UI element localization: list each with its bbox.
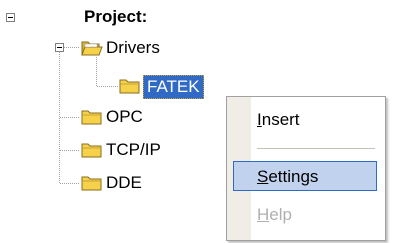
menu-item-insert-label: Insert <box>257 105 300 135</box>
tree-node-opc[interactable]: OPC <box>106 106 143 128</box>
menu-item-help[interactable]: Help <box>233 200 377 230</box>
menu-separator <box>257 148 375 149</box>
folder-icon <box>81 176 102 191</box>
folder-icon <box>81 143 102 158</box>
collapse-toggle-drivers[interactable] <box>55 43 64 52</box>
menu-item-settings-label: Settings <box>257 162 318 192</box>
menu-label-insert-rest: nsert <box>261 110 300 129</box>
tree-node-project-label: Project: <box>84 7 148 26</box>
mnemonic-help: H <box>257 205 270 224</box>
tree-node-tcpip[interactable]: TCP/IP <box>106 139 161 161</box>
menu-label-settings-rest: ettings <box>268 167 319 186</box>
menu-label-help-rest: elp <box>269 205 292 224</box>
folder-icon <box>81 110 102 125</box>
mnemonic-settings: S <box>257 167 269 186</box>
tree-node-dde[interactable]: DDE <box>106 172 142 194</box>
open-folder-icon <box>81 41 103 56</box>
collapse-toggle-project[interactable] <box>6 13 15 22</box>
menu-item-insert[interactable]: Insert <box>233 105 377 135</box>
tree-node-fatek[interactable]: FATEK <box>143 75 204 99</box>
tree-node-drivers[interactable]: Drivers <box>106 37 160 59</box>
menu-item-settings[interactable]: Settings <box>233 161 377 191</box>
menu-item-help-label: Help <box>257 200 292 230</box>
folder-icon <box>119 79 140 94</box>
context-menu: Insert Settings Help <box>226 96 386 241</box>
